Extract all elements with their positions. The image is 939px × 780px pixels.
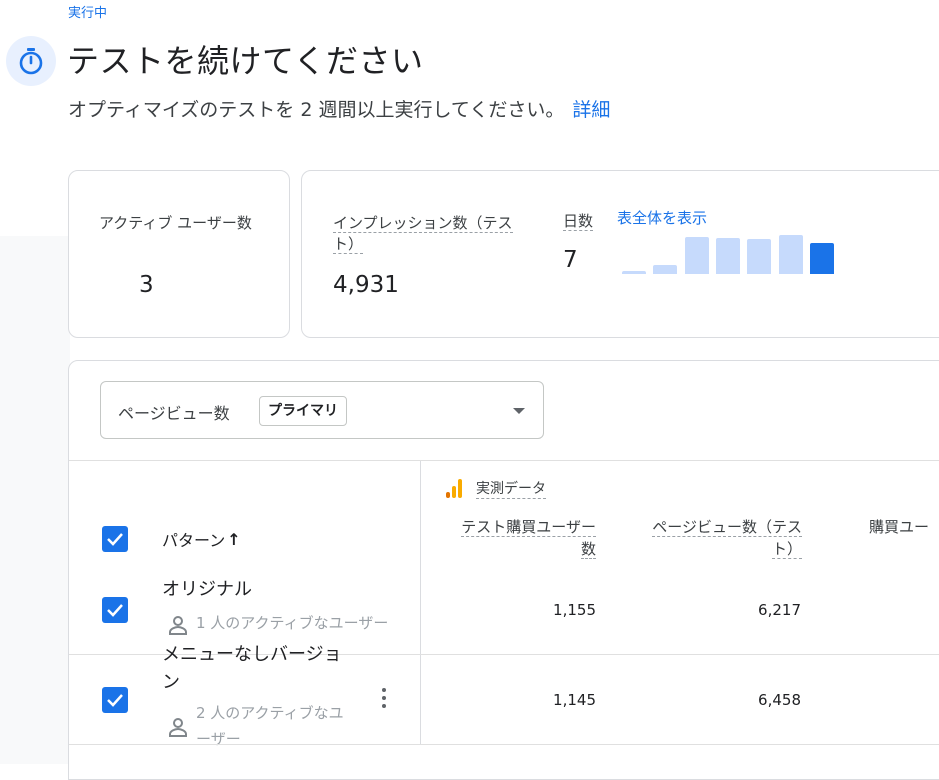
more-options-icon[interactable] (380, 688, 388, 714)
table-column-divider (420, 461, 421, 744)
purchase-users-2-column-header[interactable]: 購買ユー (869, 516, 939, 538)
timer-icon-badge (6, 36, 56, 86)
impressions-label: インプレッション数（テスト） (333, 213, 533, 255)
check-icon (107, 694, 123, 707)
cell-purchase-users-no-menu: 1,145 (553, 691, 596, 709)
status-label: 実行中 (68, 6, 108, 21)
purchase-users-column-header[interactable]: テスト購買ユーザー数 (450, 516, 596, 560)
active-users-value: 3 (139, 272, 154, 298)
person-icon (169, 718, 187, 737)
days-value: 7 (563, 247, 578, 273)
daily-bar-3[interactable] (684, 237, 709, 274)
pattern-column-header[interactable]: パターン ↑ (162, 527, 241, 551)
dropdown-arrow-icon (513, 408, 525, 414)
daily-bar-4[interactable] (715, 238, 740, 274)
show-all-link[interactable]: 表全体を表示 (617, 207, 707, 228)
daily-sparkline (622, 234, 842, 274)
source-label: 実測データ (446, 478, 546, 499)
check-icon (107, 533, 123, 546)
purchase-users-2-header-text: 購買ユー (869, 518, 930, 536)
days-label: 日数 (563, 211, 594, 232)
cell-purchase-users-original: 1,155 (553, 601, 596, 619)
active-users-label: アクティブ ユーザー数 (99, 214, 252, 232)
page-subtitle: オプティマイズのテストを 2 週間以上実行してください。 詳細 (68, 95, 610, 122)
details-link[interactable]: 詳細 (572, 99, 610, 121)
sort-up-icon: ↑ (227, 529, 241, 549)
row-checkbox-no-menu[interactable] (102, 687, 128, 713)
impressions-card: インプレッション数（テスト） 4,931 日数 7 (301, 170, 939, 338)
daily-bar-2[interactable] (653, 265, 678, 274)
impressions-label-text: インプレッション数（テスト） (333, 214, 513, 254)
daily-bar-7[interactable] (809, 242, 834, 274)
daily-bar-1[interactable] (622, 270, 646, 274)
pageviews-column-header[interactable]: ページビュー数（テスト） (630, 516, 802, 560)
row-name-no-menu[interactable]: メニューなしバージョン (162, 641, 346, 697)
check-icon (107, 604, 123, 617)
impressions-value: 4,931 (333, 272, 399, 298)
analytics-icon (446, 478, 462, 498)
metric-dropdown[interactable]: ページビュー数 プライマリ (100, 381, 544, 439)
row-name-original[interactable]: オリジナル (162, 576, 252, 604)
table-top-divider (69, 460, 939, 461)
cell-pageviews-no-menu: 6,458 (758, 691, 801, 709)
days-label-text: 日数 (563, 212, 594, 231)
primary-chip: プライマリ (259, 396, 347, 426)
daily-bar-5[interactable] (747, 238, 772, 274)
pattern-header-text: パターン (162, 531, 226, 550)
active-users-card: アクティブ ユーザー数 3 (68, 170, 290, 338)
cell-pageviews-original: 6,217 (758, 601, 801, 619)
timer-icon (19, 48, 43, 75)
row-users-original: 1 人のアクティブなユーザー (196, 614, 389, 632)
table-bottom-divider (69, 744, 939, 745)
left-panel-background (0, 236, 70, 764)
source-label-text: 実測データ (476, 478, 546, 499)
row-checkbox-original[interactable] (102, 597, 128, 623)
daily-bar-6[interactable] (778, 234, 803, 274)
pageviews-header-text: ページビュー数（テスト） (652, 518, 802, 559)
select-all-checkbox[interactable] (102, 526, 128, 552)
purchase-users-header-text: テスト購買ユーザー数 (461, 518, 596, 559)
subtitle-text: オプティマイズのテストを 2 週間以上実行してください。 (68, 99, 565, 121)
person-icon (169, 616, 187, 635)
page-title: テストを続けてください (67, 42, 424, 80)
metric-dropdown-label: ページビュー数 (118, 404, 230, 423)
